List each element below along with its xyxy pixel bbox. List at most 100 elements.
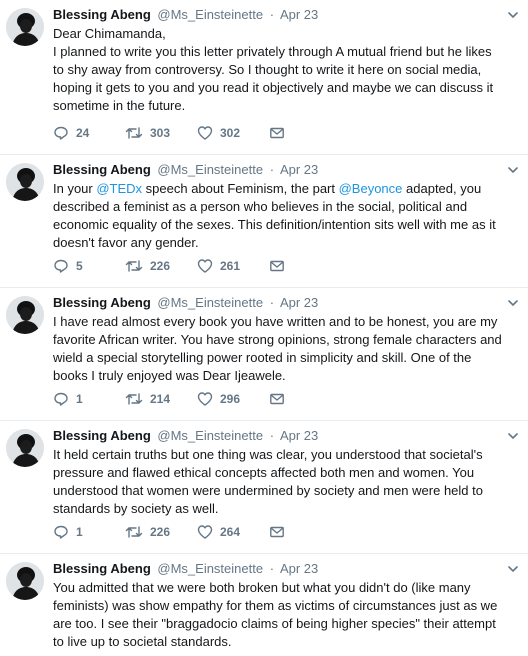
retweet-count: 303 [150,126,171,140]
envelope-icon [270,260,284,272]
direct-message-button[interactable] [269,258,285,274]
avatar[interactable] [6,296,44,334]
reply-button[interactable]: 1 [53,391,125,407]
like-button[interactable]: 302 [197,125,269,141]
retweet-icon [125,526,143,538]
reply-icon [54,525,68,539]
heart-icon [197,259,213,273]
tweet-header: Blessing Abeng @Ms_Einsteinette · Apr 23 [53,6,506,24]
retweet-button[interactable]: 303 [125,125,197,141]
author-handle[interactable]: @Ms_Einsteinette [157,162,263,177]
heart-icon [197,126,213,140]
chevron-down-icon[interactable] [506,562,520,576]
like-count: 261 [220,259,241,273]
separator-dot: · [269,428,275,443]
tweet-text-part: I have read almost every book you have w… [53,314,502,383]
author-handle[interactable]: @Ms_Einsteinette [157,428,263,443]
like-button[interactable]: 296 [197,391,269,407]
author-handle[interactable]: @Ms_Einsteinette [157,295,263,310]
tweet-actions: 5 226 261 [53,257,285,275]
like-count: 296 [220,392,241,406]
author-handle[interactable]: @Ms_Einsteinette [157,561,263,576]
separator-dot: · [269,7,275,22]
like-count: 302 [220,126,241,140]
tweet-actions: 1 214 296 [53,390,285,408]
like-count: 264 [220,525,241,539]
avatar[interactable] [6,8,44,46]
reply-icon [54,392,68,406]
author-handle[interactable]: @Ms_Einsteinette [157,7,263,22]
tweet-text-part: In your [53,181,97,196]
reply-icon [54,259,68,273]
envelope-icon [270,127,284,139]
reply-count: 5 [76,259,83,273]
author-name[interactable]: Blessing Abeng [53,428,151,443]
author-name[interactable]: Blessing Abeng [53,7,151,22]
avatar[interactable] [6,163,44,201]
direct-message-button[interactable] [269,391,285,407]
tweet-date[interactable]: Apr 23 [280,7,318,22]
author-name[interactable]: Blessing Abeng [53,561,151,576]
chevron-down-icon[interactable] [506,8,520,22]
tweet-actions: 24 303 302 [53,124,285,142]
reply-button[interactable]: 24 [53,125,125,141]
retweet-icon [125,127,143,139]
separator-dot: · [269,295,275,310]
tweet-text-part: It held certain truths but one thing was… [53,447,483,516]
retweet-button[interactable]: 226 [125,524,197,540]
chevron-down-icon[interactable] [506,163,520,177]
retweet-count: 226 [150,259,171,273]
tweet-date[interactable]: Apr 23 [280,428,318,443]
tweet-date[interactable]: Apr 23 [280,162,318,177]
tweet[interactable]: Blessing Abeng @Ms_Einsteinette · Apr 23… [0,288,528,421]
reply-icon [54,126,68,140]
avatar-silhouette-icon [6,429,44,467]
like-button[interactable]: 264 [197,524,269,540]
direct-message-button[interactable] [269,524,285,540]
chevron-down-icon[interactable] [506,429,520,443]
tweet-text-part: Dear Chimamanda, I planned to write you … [53,26,494,113]
tweet-text: You admitted that we were both broken bu… [53,579,506,651]
heart-icon [197,525,213,539]
tweet-date[interactable]: Apr 23 [280,561,318,576]
author-name[interactable]: Blessing Abeng [53,162,151,177]
heart-icon [197,392,213,406]
tweet[interactable]: Blessing Abeng @Ms_Einsteinette · Apr 23… [0,421,528,554]
tweet[interactable]: Blessing Abeng @Ms_Einsteinette · Apr 23… [0,155,528,288]
retweet-button[interactable]: 214 [125,391,197,407]
tweet-text-part: speech about Feminism, the part [142,181,339,196]
tweet-header: Blessing Abeng @Ms_Einsteinette · Apr 23 [53,427,506,445]
tweet-text-part: You admitted that we were both broken bu… [53,580,498,649]
tweet-date[interactable]: Apr 23 [280,295,318,310]
retweet-icon [125,260,143,272]
avatar[interactable] [6,429,44,467]
separator-dot: · [269,162,275,177]
retweet-icon [125,393,143,405]
author-name[interactable]: Blessing Abeng [53,295,151,310]
mention-link[interactable]: @Beyonce [339,181,403,196]
tweet-actions: 1 226 264 [53,523,285,541]
tweet-text: In your @TEDx speech about Feminism, the… [53,180,506,252]
tweet-text: It held certain truths but one thing was… [53,446,506,518]
mention-link[interactable]: @TEDx [96,181,142,196]
reply-button[interactable]: 5 [53,258,125,274]
like-button[interactable]: 261 [197,258,269,274]
reply-count: 24 [76,126,90,140]
retweet-count: 226 [150,525,171,539]
retweet-button[interactable]: 226 [125,258,197,274]
tweet-text: Dear Chimamanda, I planned to write you … [53,25,506,115]
tweet-header: Blessing Abeng @Ms_Einsteinette · Apr 23 [53,294,506,312]
retweet-count: 214 [150,392,171,406]
tweet-header: Blessing Abeng @Ms_Einsteinette · Apr 23 [53,560,506,578]
avatar[interactable] [6,562,44,600]
tweet[interactable]: Blessing Abeng @Ms_Einsteinette · Apr 23… [0,0,528,155]
tweet-text: I have read almost every book you have w… [53,313,506,385]
avatar-silhouette-icon [6,296,44,334]
direct-message-button[interactable] [269,125,285,141]
tweet-header: Blessing Abeng @Ms_Einsteinette · Apr 23 [53,161,506,179]
chevron-down-icon[interactable] [506,296,520,310]
envelope-icon [270,393,284,405]
timeline: Blessing Abeng @Ms_Einsteinette · Apr 23… [0,0,528,656]
tweet[interactable]: Blessing Abeng @Ms_Einsteinette · Apr 23… [0,554,528,656]
reply-button[interactable]: 1 [53,524,125,540]
